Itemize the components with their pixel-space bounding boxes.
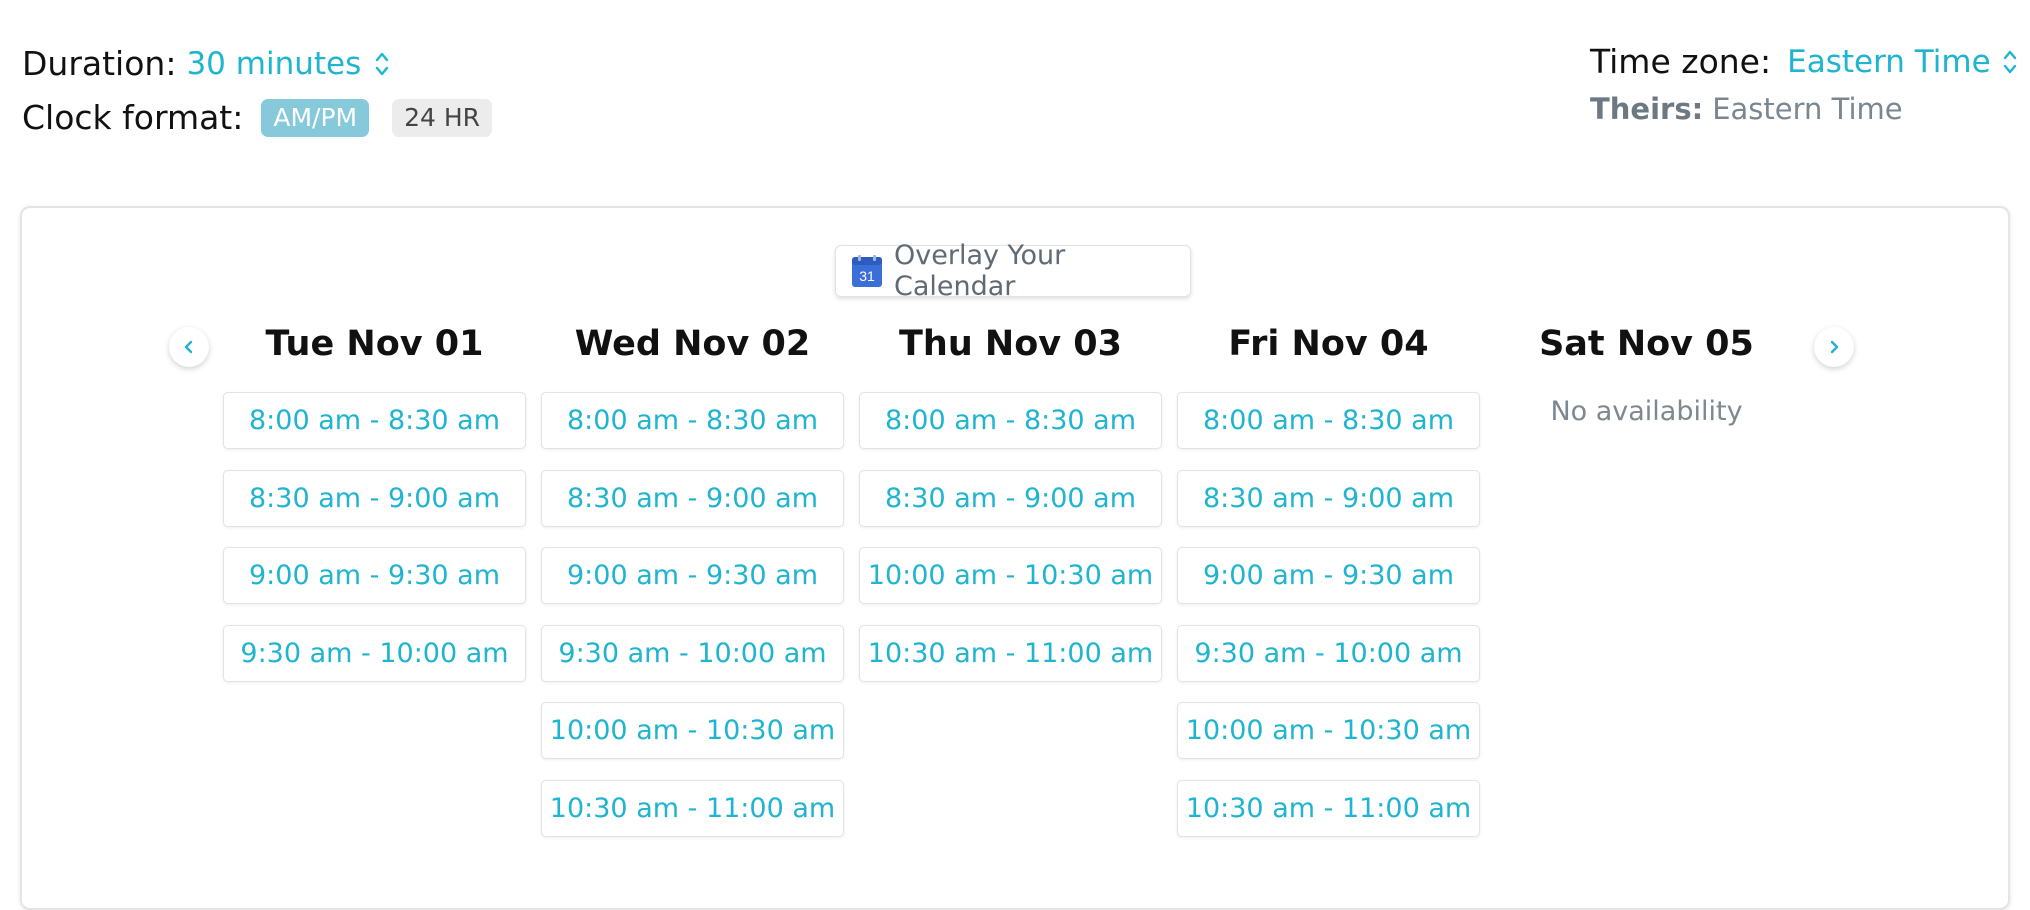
theirs-label: Theirs: — [1590, 92, 1704, 126]
day-header: Sat Nov 05 — [1539, 324, 1754, 364]
updown-chevron-icon[interactable] — [2003, 48, 2017, 76]
time-slot-button[interactable]: 8:00 am - 8:30 am — [859, 392, 1162, 449]
google-calendar-icon: 31 — [852, 255, 882, 287]
settings-bar: Duration: 30 minutes Clock format: AM/PM… — [0, 0, 2030, 200]
chevron-left-icon — [184, 340, 193, 354]
time-slot-button[interactable]: 10:30 am - 11:00 am — [541, 780, 844, 837]
clock-format-24hr-toggle[interactable]: 24 HR — [392, 98, 493, 137]
theirs-value: Eastern Time — [1712, 92, 1903, 126]
day-header: Tue Nov 01 — [265, 324, 484, 364]
their-timezone: Theirs: Eastern Time — [1590, 92, 1903, 126]
time-slot-button[interactable]: 9:30 am - 10:00 am — [223, 625, 526, 682]
clock-format-row: Clock format: AM/PM 24 HR — [22, 98, 493, 137]
time-slot-button[interactable]: 10:30 am - 11:00 am — [1177, 780, 1480, 837]
clock-format-ampm-toggle[interactable]: AM/PM — [261, 98, 370, 137]
day-header: Fri Nov 04 — [1228, 324, 1429, 364]
time-slot-button[interactable]: 9:30 am - 10:00 am — [541, 625, 844, 682]
time-slot-button[interactable]: 8:30 am - 9:00 am — [1177, 470, 1480, 527]
time-slot-button[interactable]: 8:00 am - 8:30 am — [541, 392, 844, 449]
time-slot-button[interactable]: 10:00 am - 10:30 am — [541, 702, 844, 759]
overlay-calendar-label: Overlay Your Calendar — [894, 240, 1066, 302]
time-slot-button[interactable]: 9:00 am - 9:30 am — [1177, 547, 1480, 604]
time-slot-button[interactable]: 8:30 am - 9:00 am — [223, 470, 526, 527]
chevron-right-icon — [1830, 340, 1839, 354]
no-availability-text: No availability — [1550, 396, 1743, 427]
previous-week-button[interactable] — [169, 327, 209, 367]
duration-select[interactable]: 30 minutes — [186, 46, 361, 82]
time-slot-button[interactable]: 9:00 am - 9:30 am — [541, 547, 844, 604]
overlay-calendar-button[interactable]: 31 Overlay Your Calendar — [835, 240, 1191, 302]
calendar-icon-date: 31 — [859, 268, 875, 284]
clock-format-label: Clock format: — [22, 98, 244, 137]
time-slot-button[interactable]: 8:00 am - 8:30 am — [223, 392, 526, 449]
timezone-label: Time zone: — [1590, 42, 1772, 81]
time-slot-button[interactable]: 10:30 am - 11:00 am — [859, 625, 1162, 682]
time-slot-button[interactable]: 10:00 am - 10:30 am — [1177, 702, 1480, 759]
time-slot-button[interactable]: 9:30 am - 10:00 am — [1177, 625, 1480, 682]
time-slot-button[interactable]: 8:30 am - 9:00 am — [541, 470, 844, 527]
time-slot-button[interactable]: 8:30 am - 9:00 am — [859, 470, 1162, 527]
time-slot-button[interactable]: 8:00 am - 8:30 am — [1177, 392, 1480, 449]
timezone-select[interactable]: Eastern Time — [1787, 44, 1991, 80]
timezone-row: Time zone: Eastern Time — [1590, 42, 2017, 81]
day-header: Wed Nov 02 — [574, 324, 811, 364]
updown-chevron-icon[interactable] — [375, 50, 389, 78]
time-slot-button[interactable]: 9:00 am - 9:30 am — [223, 547, 526, 604]
duration-label: Duration: — [22, 44, 177, 83]
day-header: Thu Nov 03 — [899, 324, 1122, 364]
time-slot-button[interactable]: 10:00 am - 10:30 am — [859, 547, 1162, 604]
next-week-button[interactable] — [1814, 327, 1854, 367]
duration-row: Duration: 30 minutes — [22, 44, 389, 83]
